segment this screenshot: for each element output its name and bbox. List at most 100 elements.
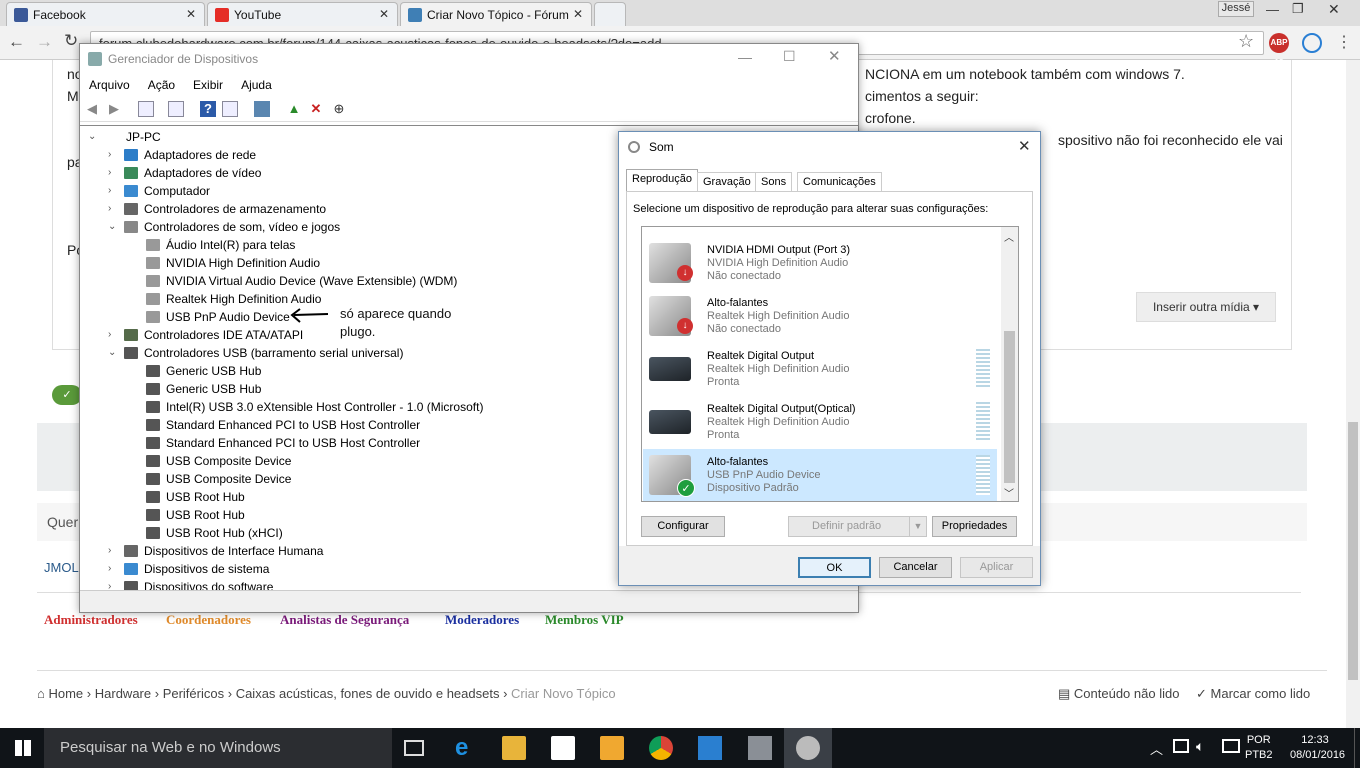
tree-node[interactable]: USB PnP Audio Device xyxy=(146,308,290,326)
tab-facebook[interactable]: Facebook ✕ xyxy=(6,2,205,26)
playback-device-row[interactable]: Realtek Digital Output(Optical) Realtek H… xyxy=(643,396,997,448)
windows-start-icon[interactable] xyxy=(15,740,31,756)
tab-gravacao[interactable]: Gravação xyxy=(697,172,757,192)
ok-button[interactable]: OK xyxy=(798,557,871,578)
tree-node[interactable]: USB Root Hub (xHCI) xyxy=(146,524,283,542)
edge-icon[interactable]: e xyxy=(455,736,479,760)
notification-icon[interactable] xyxy=(1222,739,1240,753)
dropdown-arrow-icon[interactable]: ▼ xyxy=(909,517,926,536)
menu-ajuda[interactable]: Ajuda xyxy=(232,74,281,92)
reload-icon[interactable]: ↻ xyxy=(64,31,78,51)
tree-node[interactable]: USB Composite Device xyxy=(146,470,291,488)
tab-comunicacoes[interactable]: Comunicações xyxy=(797,172,882,192)
chrome-icon[interactable] xyxy=(649,736,673,760)
file-explorer-icon[interactable] xyxy=(502,736,526,760)
properties-icon[interactable] xyxy=(138,101,154,117)
clock[interactable]: 12:33 08/01/2016 xyxy=(1290,733,1345,763)
group-administradores[interactable]: Administradores xyxy=(44,612,138,628)
tree-node[interactable]: Standard Enhanced PCI to USB Host Contro… xyxy=(146,416,420,434)
back-icon[interactable]: ◀ xyxy=(84,101,100,117)
tab-reproducao[interactable]: Reprodução xyxy=(626,169,698,193)
tab-youtube[interactable]: YouTube ✕ xyxy=(207,2,398,26)
configure-button[interactable]: Configurar xyxy=(641,516,725,537)
minimize-button[interactable]: — xyxy=(1266,2,1279,17)
tree-node[interactable]: Standard Enhanced PCI to USB Host Contro… xyxy=(146,434,420,452)
scan-hardware-icon[interactable] xyxy=(254,101,270,117)
restore-button[interactable]: ❐ xyxy=(1292,1,1304,17)
tree-node[interactable]: › Controladores de armazenamento xyxy=(108,200,326,218)
tab-criar-topico[interactable]: Criar Novo Tópico - Fórum ✕ xyxy=(400,2,592,26)
chevron-down-icon[interactable]: ⌄ xyxy=(88,128,96,146)
menu-exibir[interactable]: Exibir xyxy=(184,74,232,92)
set-default-button[interactable]: Definir padrão ▼ xyxy=(788,516,927,537)
playback-device-row[interactable]: ↓ Alto-falantes Realtek High Definition Au… xyxy=(643,290,997,342)
profile-name[interactable]: Jessé xyxy=(1218,1,1254,17)
tree-node[interactable]: › Adaptadores de rede xyxy=(108,146,256,164)
group-membros-vip[interactable]: Membros VIP xyxy=(545,612,624,628)
tree-node[interactable]: › Dispositivos de sistema xyxy=(108,560,269,578)
cancel-button[interactable]: Cancelar xyxy=(879,557,952,578)
menu-icon[interactable]: ⋮ xyxy=(1336,32,1352,52)
control-panel-icon[interactable] xyxy=(698,736,722,760)
chevron-right-icon[interactable]: › xyxy=(108,182,111,200)
device-manager-taskbar-icon[interactable] xyxy=(748,736,772,760)
chevron-right-icon[interactable]: › xyxy=(108,326,111,344)
menu-arquivo[interactable]: Arquivo xyxy=(80,74,139,92)
group-moderadores[interactable]: Moderadores xyxy=(445,612,519,628)
breadcrumb-home[interactable]: Home xyxy=(48,686,83,701)
tree-node[interactable]: ⌄ Controladores USB (barramento serial un… xyxy=(108,344,403,362)
chevron-right-icon[interactable]: › xyxy=(108,578,111,590)
close-window-button[interactable]: ✕ xyxy=(1328,1,1340,18)
tree-node[interactable]: ⌄ Controladores de som, vídeo e jogos xyxy=(108,218,340,236)
new-tab-button[interactable] xyxy=(594,2,626,26)
enable-device-icon[interactable]: ⊕ xyxy=(331,101,347,117)
task-view-icon[interactable] xyxy=(404,740,424,756)
properties-button[interactable]: Propriedades xyxy=(932,516,1017,537)
tree-node[interactable]: › Dispositivos de Interface Humana xyxy=(108,542,323,560)
update-driver-icon[interactable]: ▲ xyxy=(286,101,302,117)
unread-content-link[interactable]: ▤ Conteúdo não lido xyxy=(1058,686,1179,702)
breadcrumb-item[interactable]: Periféricos xyxy=(163,686,224,701)
close-button[interactable]: ✕ xyxy=(1018,137,1031,155)
tab-sons[interactable]: Sons xyxy=(755,172,793,192)
tree-node[interactable]: Áudio Intel(R) para telas xyxy=(146,236,295,254)
group-analistas[interactable]: Analistas de Segurança xyxy=(280,612,409,628)
sync-icon[interactable] xyxy=(1302,33,1322,53)
list-view-icon[interactable] xyxy=(168,101,184,117)
sound-taskbar-item[interactable] xyxy=(784,728,832,768)
uninstall-icon[interactable]: ✕ xyxy=(308,101,324,117)
details-icon[interactable] xyxy=(222,101,238,117)
apply-button[interactable]: Aplicar xyxy=(960,557,1033,578)
list-scrollbar[interactable]: ︿ ﹀ xyxy=(1001,227,1018,501)
close-button[interactable]: ✕ xyxy=(828,47,841,65)
store-icon[interactable] xyxy=(551,736,575,760)
forward-icon[interactable]: ▶ xyxy=(106,101,122,117)
chevron-right-icon[interactable]: › xyxy=(108,542,111,560)
chevron-right-icon[interactable]: › xyxy=(108,560,111,578)
scrollbar-thumb[interactable] xyxy=(1004,331,1015,483)
menu-acao[interactable]: Ação xyxy=(139,74,184,92)
scrollbar-thumb[interactable] xyxy=(1348,422,1358,680)
input-language[interactable]: POR PTB2 xyxy=(1245,733,1273,763)
tree-node[interactable]: › Controladores IDE ATA/ATAPI xyxy=(108,326,303,344)
mark-read-link[interactable]: ✓ Marcar como lido xyxy=(1196,686,1310,702)
group-coordenadores[interactable]: Coordenadores xyxy=(166,612,251,628)
forward-icon[interactable]: → xyxy=(36,32,53,52)
playback-device-list[interactable]: ↓ NVIDIA HDMI Output (Port 3) NVIDIA High … xyxy=(641,226,1019,502)
chevron-up-icon[interactable]: ︿ xyxy=(1150,739,1163,758)
chevron-right-icon[interactable]: › xyxy=(108,146,111,164)
insert-media-button[interactable]: Inserir outra mídia ▾ xyxy=(1136,292,1276,322)
bookmark-star-icon[interactable]: ☆ xyxy=(1238,31,1254,52)
chevron-down-icon[interactable]: ⌄ xyxy=(108,218,116,236)
search-input[interactable]: Pesquisar na Web e no Windows xyxy=(44,728,392,768)
playback-device-row[interactable]: ↓ NVIDIA HDMI Output (Port 3) NVIDIA High … xyxy=(643,237,997,289)
close-icon[interactable]: ✕ xyxy=(186,7,196,21)
chevron-right-icon[interactable]: › xyxy=(108,164,111,182)
minimize-button[interactable]: — xyxy=(738,49,752,65)
tree-node[interactable]: USB Root Hub xyxy=(146,488,245,506)
tree-root[interactable]: ⌄ JP-PC xyxy=(88,128,161,146)
tree-node[interactable]: › Computador xyxy=(108,182,210,200)
breadcrumb-item[interactable]: Caixas acústicas, fones de ouvido e head… xyxy=(236,686,500,701)
username-link[interactable]: JMOL xyxy=(44,560,79,575)
show-desktop-button[interactable] xyxy=(1354,728,1360,768)
